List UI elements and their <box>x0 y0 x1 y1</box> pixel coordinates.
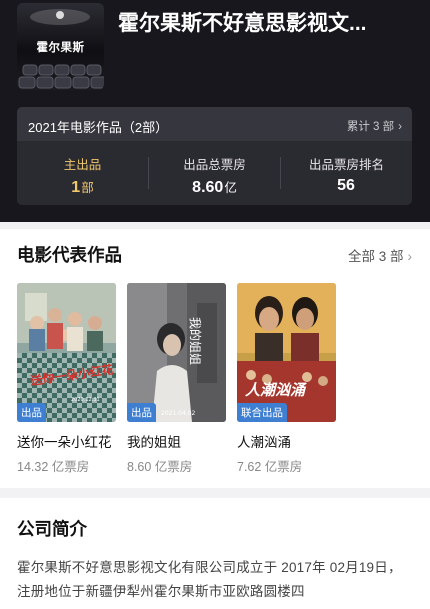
company-logo: 霍尔果斯 <box>17 3 104 90</box>
film-card[interactable]: 送你一朵小红花 2020.12.31 出品 送你一朵小红花 14.32 亿票房 <box>17 283 116 475</box>
poster-family-table-icon: 送你一朵小红花 2020.12.31 <box>17 283 116 422</box>
company-title: 霍尔果斯不好意思影视文... <box>118 12 367 35</box>
stat-box-office-rank: 出品票房排名 56 <box>281 141 412 205</box>
poster-date: 2021.04.02 <box>161 410 196 417</box>
company-header: 霍尔果斯 霍尔果斯不好意思影视文... 2021年电影作品（2部） 累计 3 部… <box>0 0 430 222</box>
film-box-office: 8.60 亿票房 <box>127 460 193 474</box>
film-card[interactable]: 我的姐姐 2021.04.02 出品 我的姐姐 8.60 亿票房 <box>127 283 226 475</box>
all-works-link[interactable]: 全部 3 部 › <box>348 245 412 265</box>
film-name: 人潮汹涌 <box>237 435 291 450</box>
stat-label: 主出品 <box>63 158 102 172</box>
company-intro-section: 公司简介 霍尔果斯不好意思影视文化有限公司成立于 2017年 02月19日，注册… <box>0 498 430 609</box>
production-badge: 联合出品 <box>237 403 287 422</box>
stat-label: 出品票房排名 <box>308 158 384 172</box>
poster-action-crowd-icon: 人潮汹涌 <box>237 283 336 422</box>
stat-total-box-office: 出品总票房 8.60亿 <box>149 141 280 205</box>
chevron-right-icon: › <box>407 249 413 264</box>
chevron-right-icon: › <box>398 121 402 133</box>
film-poster[interactable]: 送你一朵小红花 2020.12.31 出品 <box>17 283 116 422</box>
stats-total-link[interactable]: 累计 3 部 › <box>347 118 402 134</box>
section-title: 公司简介 <box>17 519 87 539</box>
stat-value: 1部 <box>71 179 94 196</box>
stat-value: 8.60亿 <box>192 179 237 196</box>
logo-text: 霍尔果斯 <box>36 42 85 54</box>
representative-works-section: 电影代表作品 全部 3 部 › 送你一朵小红花 2020.12.31 出品 送你… <box>0 229 430 488</box>
production-badge: 出品 <box>127 403 156 422</box>
stats-total-label: 累计 3 部 <box>346 121 395 133</box>
film-poster[interactable]: 人潮汹涌 联合出品 <box>237 283 336 422</box>
film-name: 送你一朵小红花 <box>17 435 112 450</box>
poster-girl-portrait-icon: 我的姐姐 2021.04.02 <box>127 283 226 422</box>
all-works-label: 全部 3 部 <box>347 249 404 264</box>
section-title: 电影代表作品 <box>17 245 122 265</box>
poster-date: 2020.12.31 <box>71 397 100 403</box>
stat-value: 56 <box>337 177 355 194</box>
stat-label: 出品总票房 <box>183 158 246 172</box>
intro-text: 霍尔果斯不好意思影视文化有限公司成立于 2017年 02月19日，注册地位于新疆… <box>17 560 402 599</box>
stat-main-producer: 主出品 1部 <box>17 141 148 205</box>
production-badge: 出品 <box>17 403 46 422</box>
film-name: 我的姐姐 <box>127 435 181 450</box>
poster-title: 我的姐姐 <box>188 317 203 365</box>
film-poster[interactable]: 我的姐姐 2021.04.02 出品 <box>127 283 226 422</box>
stats-card-header[interactable]: 2021年电影作品（2部） 累计 3 部 › <box>17 107 412 141</box>
film-box-office: 14.32 亿票房 <box>17 460 90 474</box>
poster-title: 人潮汹涌 <box>245 381 307 399</box>
film-card[interactable]: 人潮汹涌 联合出品 人潮汹涌 7.62 亿票房 <box>237 283 336 475</box>
film-box-office: 7.62 亿票房 <box>237 460 303 474</box>
yearly-stats-card: 2021年电影作品（2部） 累计 3 部 › 主出品 1部 出品总票房 8.60亿… <box>17 107 412 205</box>
stats-year-label: 2021年电影作品（2部） <box>28 120 169 135</box>
